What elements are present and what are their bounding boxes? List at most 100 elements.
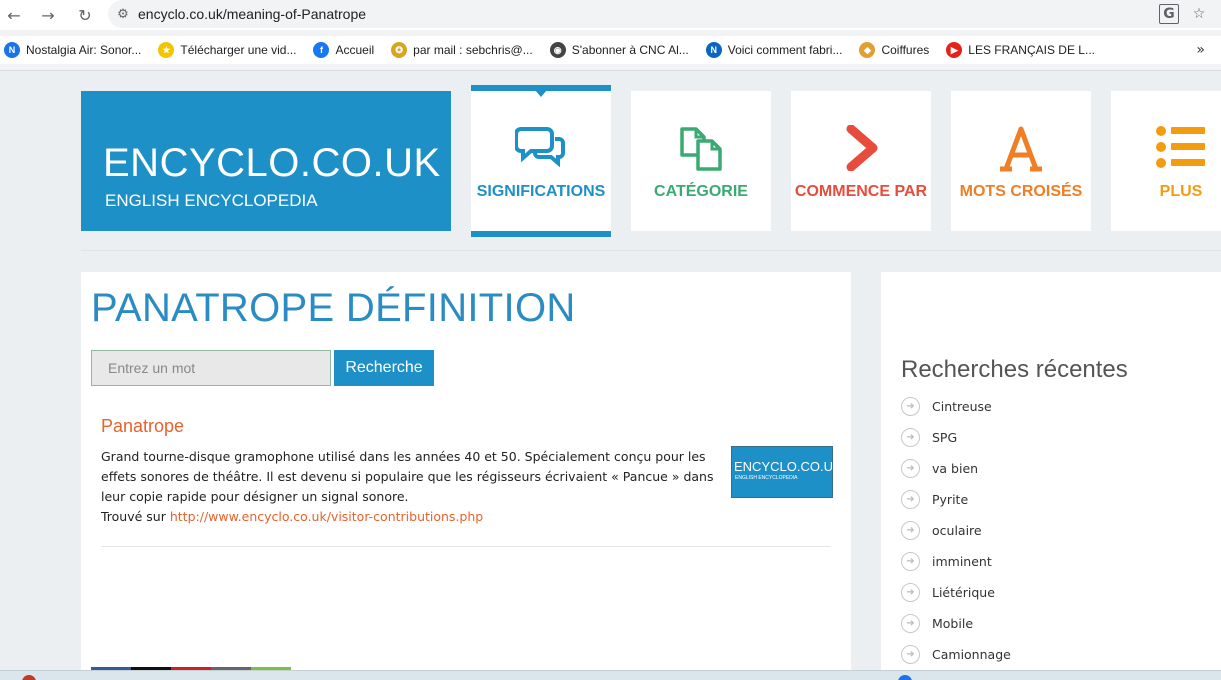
- more-bookmarks-icon[interactable]: »: [1196, 42, 1205, 58]
- arrow-right-circle-icon: ➜: [901, 490, 920, 509]
- list-icon: [1156, 126, 1205, 168]
- bookmark-label: par mail : sebchris@...: [413, 43, 533, 57]
- search-button[interactable]: Recherche: [334, 350, 434, 386]
- sidebar: Recherches récentes ➜ Cintreuse ➜ SPG ➜ va bi…: [881, 272, 1221, 680]
- translate-icon[interactable]: G: [1159, 4, 1179, 24]
- nav-label: PLUS: [1159, 183, 1203, 200]
- bookmark-favicon-icon: ✪: [391, 42, 408, 58]
- bookmark-item[interactable]: ▶ LES FRANÇAIS DE L...: [946, 42, 1095, 58]
- source-prefix: Trouvé sur: [101, 509, 166, 524]
- thumb-title: ENCYCLO.CO.UK: [734, 459, 842, 474]
- bookmark-item[interactable]: ★ Télécharger une vid...: [158, 42, 296, 58]
- recent-search-item[interactable]: ➜ Mobile: [901, 608, 1011, 639]
- recent-search-label: Cintreuse: [932, 399, 992, 414]
- bookmark-label: Télécharger une vid...: [180, 43, 297, 57]
- arrow-right-circle-icon: ➜: [901, 614, 920, 633]
- nav-tile-plus[interactable]: PLUS: [1111, 91, 1221, 231]
- nav-label: CATÉGORIE: [654, 183, 748, 200]
- bookmark-favicon-icon: N: [705, 42, 722, 58]
- arrow-right-circle-icon: ➜: [901, 459, 920, 478]
- bookmark-label: Nostalgia Air: Sonor...: [26, 43, 142, 57]
- nav-label: SIGNIFICATIONS: [476, 183, 606, 200]
- recent-search-label: va bien: [932, 461, 979, 476]
- arrow-right-circle-icon: ➜: [901, 521, 920, 540]
- recent-search-item[interactable]: ➜ SPG: [901, 422, 1011, 453]
- os-taskbar: [0, 670, 1221, 680]
- bookmark-item[interactable]: ◉ S'abonner à CNC Al...: [549, 42, 689, 58]
- arrow-right-circle-icon: ➜: [901, 428, 920, 447]
- source-link[interactable]: http://www.encyclo.co.uk/visitor-contrib…: [170, 509, 483, 524]
- bookmarks-bar: N Nostalgia Air: Sonor... ★ Télécharger une…: [0, 36, 1221, 64]
- arrow-right-circle-icon: ➜: [901, 397, 920, 416]
- reload-icon[interactable]: ↻: [74, 4, 96, 26]
- bookmark-label: Accueil: [335, 43, 375, 57]
- site-settings-icon[interactable]: ⚙: [108, 7, 138, 22]
- recent-search-item[interactable]: ➜ oculaire: [901, 515, 1011, 546]
- bookmark-label: Coiffures: [881, 43, 930, 57]
- entry-definition: Grand tourne-disque gramophone utilisé d…: [101, 447, 726, 527]
- address-bar[interactable]: ⚙ encyclo.co.uk/meaning-of-Panatrope G ☆: [108, 0, 1221, 28]
- definition-text: Grand tourne-disque gramophone utilisé d…: [101, 449, 714, 504]
- nav-label: COMMENCE PAR: [794, 183, 928, 200]
- bookmark-favicon-icon: N: [4, 42, 20, 58]
- taskbar-app-icon[interactable]: [898, 675, 912, 680]
- letter-a-icon: [1000, 126, 1042, 172]
- bookmark-item[interactable]: N Nostalgia Air: Sonor...: [4, 42, 141, 58]
- entry-thumbnail: ENCYCLO.CO.UK ENGLISH ENCYCLOPEDIA: [731, 446, 842, 498]
- entry-word[interactable]: Panatrope: [101, 416, 184, 437]
- main-content: PANATROPE DÉFINITION Recherche Panatrope…: [81, 272, 851, 680]
- nav-label: MOTS CROISÉS: [959, 183, 1083, 200]
- recent-search-label: imminent: [932, 554, 992, 569]
- bookmark-favicon-icon: ▶: [946, 42, 963, 58]
- bookmark-favicon-icon: ★: [158, 42, 175, 58]
- thumb-subtitle: ENGLISH ENCYCLOPEDIA: [735, 475, 798, 481]
- recent-search-item[interactable]: ➜ Liétérique: [901, 577, 1011, 608]
- documents-icon: [680, 127, 722, 171]
- bookmark-star-icon[interactable]: ☆: [1189, 4, 1209, 24]
- sidebar-title: Recherches récentes: [901, 356, 1128, 383]
- bookmark-label: LES FRANÇAIS DE L...: [968, 43, 1095, 57]
- bookmark-favicon-icon: ◉: [549, 42, 566, 58]
- recent-search-label: Camionnage: [932, 647, 1011, 662]
- page-title: PANATROPE DÉFINITION: [91, 286, 576, 330]
- recent-searches-list: ➜ Cintreuse ➜ SPG ➜ va bien ➜ Pyrite ➜ oculaire ➜ i…: [901, 391, 1011, 670]
- header-divider: [81, 250, 1221, 251]
- nav-tile-mots-croises[interactable]: MOTS CROISÉS: [951, 91, 1091, 231]
- bookmark-item[interactable]: ✪ par mail : sebchris@...: [391, 42, 533, 58]
- site-logo[interactable]: ENCYCLO.CO.UK ENGLISH ENCYCLOPEDIA: [81, 91, 451, 231]
- arrow-right-circle-icon: ➜: [901, 552, 920, 571]
- nav-tile-significations[interactable]: SIGNIFICATIONS: [471, 85, 611, 237]
- bookmark-favicon-icon: f: [313, 42, 330, 58]
- recent-search-label: Mobile: [932, 616, 974, 631]
- bookmark-label: Voici comment fabri...: [727, 43, 843, 57]
- recent-search-label: SPG: [932, 430, 958, 445]
- recent-search-item[interactable]: ➜ va bien: [901, 453, 1011, 484]
- arrow-right-circle-icon: ➜: [901, 583, 920, 602]
- recent-search-item[interactable]: ➜ Camionnage: [901, 639, 1011, 670]
- bookmark-favicon-icon: ◆: [859, 42, 876, 58]
- browser-toolbar: ← → ↻ ⚙ encyclo.co.uk/meaning-of-Panatro…: [0, 0, 1221, 30]
- bookmark-label: S'abonner à CNC Al...: [571, 43, 689, 57]
- logo-subtitle: ENGLISH ENCYCLOPEDIA: [105, 191, 318, 210]
- recent-search-item[interactable]: ➜ Cintreuse: [901, 391, 1011, 422]
- arrow-right-circle-icon: ➜: [901, 645, 920, 664]
- recent-search-item[interactable]: ➜ imminent: [901, 546, 1011, 577]
- search-input[interactable]: [91, 350, 331, 386]
- page-content: ENCYCLO.CO.UK ENGLISH ENCYCLOPEDIA SIGNI…: [0, 71, 1221, 680]
- chat-bubbles-icon: [515, 127, 565, 168]
- recent-search-item[interactable]: ➜ Pyrite: [901, 484, 1011, 515]
- recent-search-label: Pyrite: [932, 492, 969, 507]
- chevron-right-icon: [846, 125, 878, 171]
- nav-tile-categorie[interactable]: CATÉGORIE: [631, 91, 771, 231]
- taskbar-app-icon[interactable]: [22, 675, 36, 680]
- nav-tile-commence-par[interactable]: COMMENCE PAR: [791, 91, 931, 231]
- back-arrow-icon[interactable]: ←: [3, 4, 25, 26]
- bookmark-item[interactable]: ◆ Coiffures: [859, 42, 929, 58]
- forward-arrow-icon[interactable]: →: [37, 4, 59, 26]
- bookmark-item[interactable]: N Voici comment fabri...: [705, 42, 843, 58]
- bookmark-item[interactable]: f Accueil: [313, 42, 374, 58]
- logo-title: ENCYCLO.CO.UK: [103, 141, 441, 185]
- url-text[interactable]: encyclo.co.uk/meaning-of-Panatrope: [138, 6, 366, 22]
- recent-search-label: Liétérique: [932, 585, 995, 600]
- recent-search-label: oculaire: [932, 523, 982, 538]
